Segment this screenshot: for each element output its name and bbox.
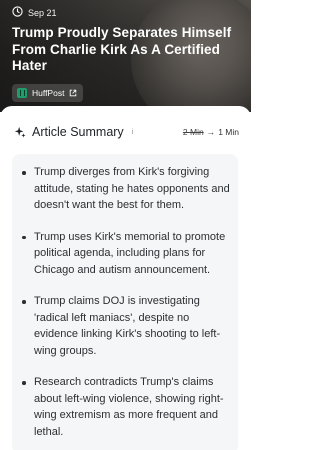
summary-bullet: Trump diverges from Kirk's forgiving att… — [22, 164, 230, 214]
date-row: Sep 21 — [12, 6, 243, 20]
bullet-dot-icon — [22, 171, 26, 175]
summary-box: Trump diverges from Kirk's forgiving att… — [12, 154, 238, 450]
article-hero: Sep 21 Trump Proudly Separates Himself F… — [0, 0, 251, 112]
clock-icon — [12, 4, 23, 22]
summary-bullet: Trump uses Kirk's memorial to promote po… — [22, 229, 230, 279]
source-link[interactable]: HuffPost — [12, 83, 84, 102]
read-time-original: 2 Min — [182, 127, 204, 137]
read-time: 2 Min → 1 Min — [183, 127, 239, 137]
summary-header: Article Summary i 2 Min → 1 Min — [14, 124, 239, 140]
info-icon[interactable]: i — [132, 129, 134, 136]
source-name: HuffPost — [32, 87, 65, 98]
huffpost-logo-icon — [17, 87, 27, 98]
hero-content: Sep 21 Trump Proudly Separates Himself F… — [12, 6, 243, 102]
article-headline: Trump Proudly Separates Himself From Cha… — [12, 25, 232, 73]
summary-title: Article Summary — [32, 125, 124, 139]
external-link-icon — [69, 89, 77, 97]
read-time-summary: 1 Min — [218, 127, 239, 137]
bullet-dot-icon — [22, 381, 26, 385]
bullet-dot-icon — [22, 300, 26, 304]
summary-list: Trump diverges from Kirk's forgiving att… — [12, 154, 238, 440]
bullet-dot-icon — [22, 235, 26, 239]
summary-bullet: Research contradicts Trump's claims abou… — [22, 374, 230, 440]
arrow-right-icon: → — [206, 127, 216, 137]
sparkle-icon — [14, 126, 26, 138]
summary-bullet: Trump claims DOJ is investigating 'radic… — [22, 293, 230, 359]
summary-card: Article Summary i 2 Min → 1 Min Trump di… — [0, 106, 251, 450]
publish-date: Sep 21 — [28, 8, 57, 18]
